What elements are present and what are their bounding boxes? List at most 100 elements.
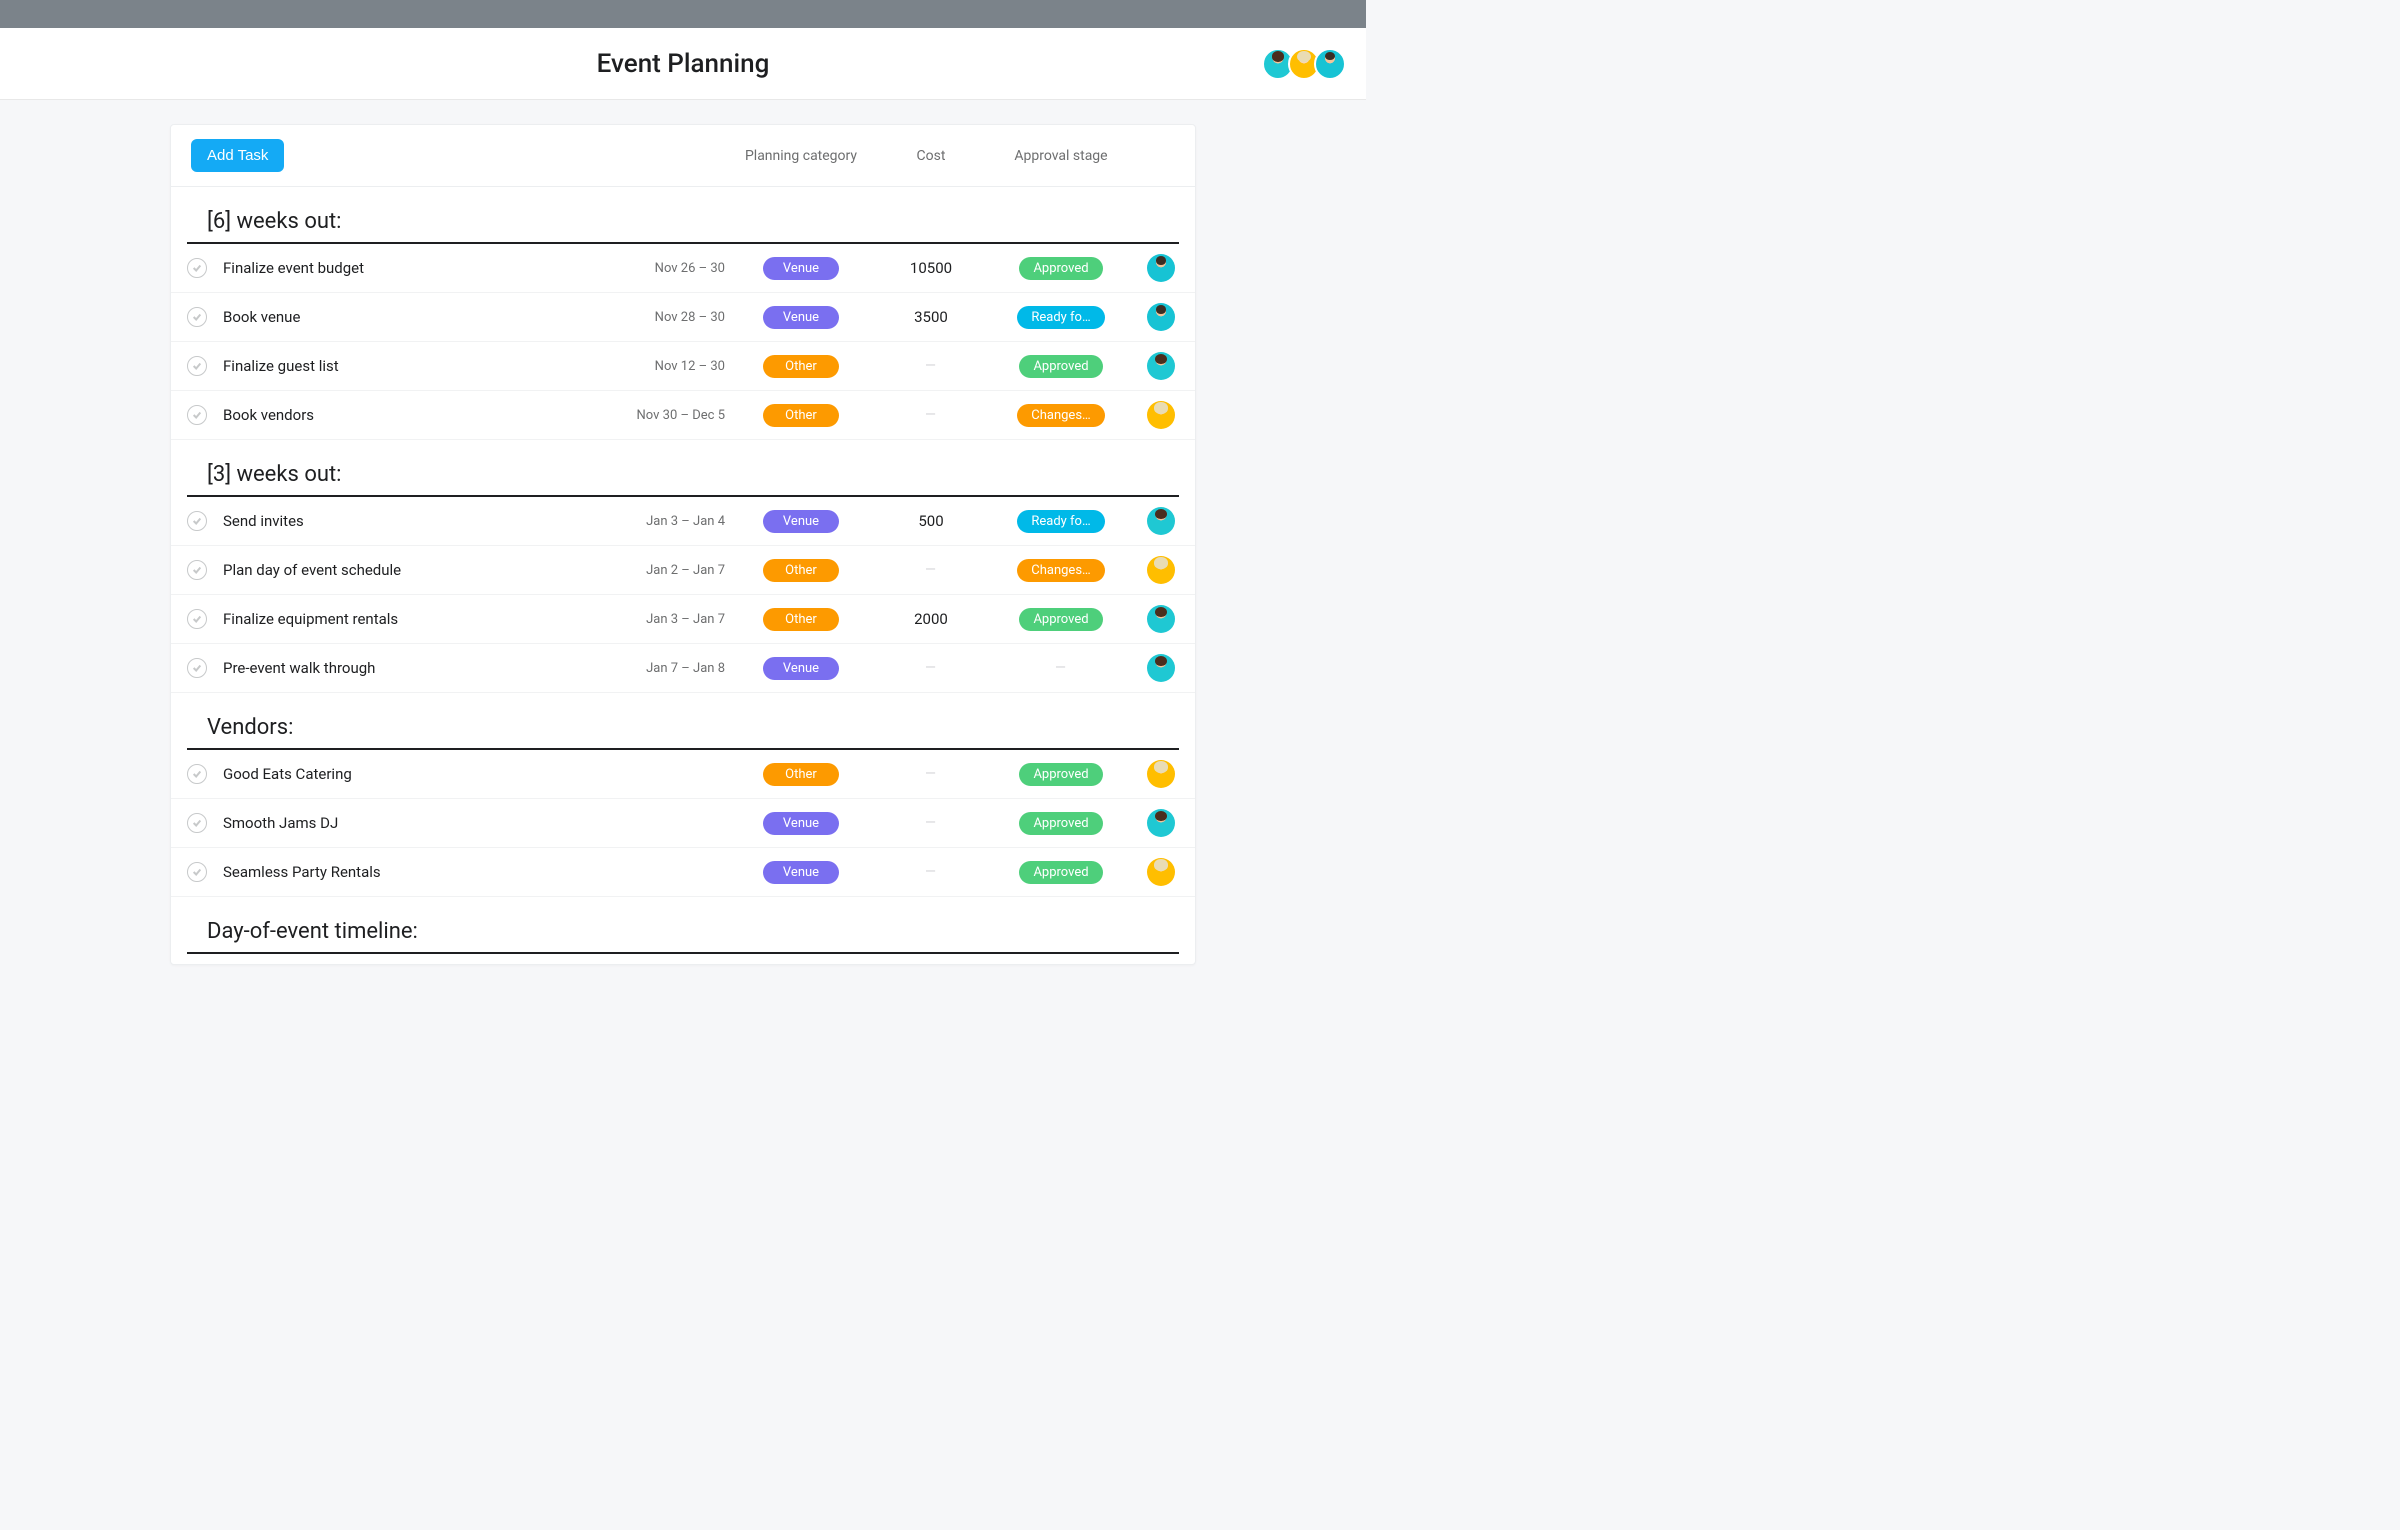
category-pill[interactable]: Venue — [763, 510, 839, 533]
task-name[interactable]: Good Eats Catering — [215, 765, 611, 783]
task-date[interactable]: Jan 3 – Jan 4 — [611, 514, 731, 529]
add-task-button[interactable]: Add Task — [191, 139, 284, 172]
assignee-avatar[interactable] — [1147, 254, 1175, 282]
complete-toggle[interactable] — [187, 560, 207, 580]
approval-pill[interactable]: Approved — [1019, 763, 1102, 786]
task-date[interactable]: Nov 30 – Dec 5 — [611, 408, 731, 423]
approval-pill[interactable]: Approved — [1019, 608, 1102, 631]
assignee-avatar[interactable] — [1147, 507, 1175, 535]
task-name[interactable]: Smooth Jams DJ — [215, 814, 611, 832]
complete-toggle[interactable] — [187, 764, 207, 784]
category-pill[interactable]: Other — [763, 559, 839, 582]
check-icon — [192, 312, 202, 322]
task-name[interactable]: Plan day of event schedule — [215, 561, 611, 579]
assignee-avatar[interactable] — [1147, 352, 1175, 380]
task-cost[interactable]: 500 — [871, 512, 991, 530]
task-row[interactable]: Pre-event walk throughJan 7 – Jan 8 Venue… — [171, 644, 1195, 693]
task-row[interactable]: Good Eats Catering Other — Approved — [171, 750, 1195, 799]
check-icon — [192, 769, 202, 779]
assignee-avatar[interactable] — [1147, 556, 1175, 584]
task-name[interactable]: Book vendors — [215, 406, 611, 424]
panel-toolbar: Add Task Planning category Cost Approval… — [171, 125, 1195, 187]
task-cost[interactable]: 2000 — [871, 610, 991, 628]
complete-toggle[interactable] — [187, 258, 207, 278]
task-row[interactable]: Finalize event budgetNov 26 – 30 Venue 105… — [171, 244, 1195, 293]
complete-toggle[interactable] — [187, 511, 207, 531]
task-cost[interactable]: — — [871, 407, 991, 423]
category-pill[interactable]: Other — [763, 355, 839, 378]
section-title[interactable]: [3] weeks out: — [187, 440, 1179, 497]
task-name[interactable]: Book venue — [215, 308, 611, 326]
approval-pill[interactable]: Approved — [1019, 355, 1102, 378]
task-cost[interactable]: — — [871, 815, 991, 831]
task-cost[interactable]: — — [871, 864, 991, 880]
section-title[interactable]: Vendors: — [187, 693, 1179, 750]
approval-pill[interactable]: Ready fo… — [1017, 510, 1104, 533]
category-pill[interactable]: Venue — [763, 861, 839, 884]
task-name[interactable]: Finalize event budget — [215, 259, 611, 277]
section-title[interactable]: Day-of-event timeline: — [187, 897, 1179, 954]
assignee-avatar[interactable] — [1147, 760, 1175, 788]
complete-toggle[interactable] — [187, 813, 207, 833]
task-name[interactable]: Send invites — [215, 512, 611, 530]
task-name[interactable]: Pre-event walk through — [215, 659, 611, 677]
approval-pill[interactable]: — — [991, 660, 1131, 676]
approval-pill[interactable]: Approved — [1019, 257, 1102, 280]
task-row[interactable]: Plan day of event scheduleJan 2 – Jan 7 O… — [171, 546, 1195, 595]
task-name[interactable]: Finalize guest list — [215, 357, 611, 375]
complete-toggle[interactable] — [187, 307, 207, 327]
category-pill[interactable]: Other — [763, 404, 839, 427]
assignee-avatar[interactable] — [1147, 303, 1175, 331]
page-header: Event Planning — [0, 28, 1366, 100]
check-icon — [192, 565, 202, 575]
task-date[interactable]: Jan 7 – Jan 8 — [611, 661, 731, 676]
task-name[interactable]: Finalize equipment rentals — [215, 610, 611, 628]
task-date[interactable]: Jan 2 – Jan 7 — [611, 563, 731, 578]
complete-toggle[interactable] — [187, 609, 207, 629]
category-pill[interactable]: Venue — [763, 257, 839, 280]
approval-pill[interactable]: Approved — [1019, 812, 1102, 835]
task-cost[interactable]: 3500 — [871, 308, 991, 326]
assignee-avatar[interactable] — [1147, 654, 1175, 682]
window-chrome-bar — [0, 0, 1366, 28]
assignee-avatar[interactable] — [1147, 605, 1175, 633]
task-name[interactable]: Seamless Party Rentals — [215, 863, 611, 881]
assignee-avatar[interactable] — [1147, 401, 1175, 429]
complete-toggle[interactable] — [187, 862, 207, 882]
task-row[interactable]: Send invitesJan 3 – Jan 4 Venue 500 Ready f… — [171, 497, 1195, 546]
task-date[interactable]: Nov 28 – 30 — [611, 310, 731, 325]
task-cost[interactable]: — — [871, 766, 991, 782]
task-cost[interactable]: 10500 — [871, 259, 991, 277]
task-row[interactable]: Smooth Jams DJ Venue — Approved — [171, 799, 1195, 848]
category-pill[interactable]: Other — [763, 608, 839, 631]
avatar[interactable] — [1314, 48, 1346, 80]
complete-toggle[interactable] — [187, 405, 207, 425]
task-date[interactable]: Jan 3 – Jan 7 — [611, 612, 731, 627]
task-date[interactable]: Nov 26 – 30 — [611, 261, 731, 276]
task-row[interactable]: Finalize guest listNov 12 – 30 Other — Appr… — [171, 342, 1195, 391]
approval-pill[interactable]: Changes… — [1017, 559, 1104, 582]
category-pill[interactable]: Venue — [763, 657, 839, 680]
category-pill[interactable]: Venue — [763, 306, 839, 329]
category-pill[interactable]: Other — [763, 763, 839, 786]
col-header-cost: Cost — [871, 148, 991, 164]
task-cost[interactable]: — — [871, 358, 991, 374]
category-pill[interactable]: Venue — [763, 812, 839, 835]
approval-pill[interactable]: Changes… — [1017, 404, 1104, 427]
approval-pill[interactable]: Approved — [1019, 861, 1102, 884]
task-cost[interactable]: — — [871, 660, 991, 676]
section-title[interactable]: [6] weeks out: — [187, 187, 1179, 244]
approval-pill[interactable]: Ready fo… — [1017, 306, 1104, 329]
task-cost[interactable]: — — [871, 562, 991, 578]
task-row[interactable]: Finalize equipment rentalsJan 3 – Jan 7 O… — [171, 595, 1195, 644]
assignee-avatar[interactable] — [1147, 858, 1175, 886]
header-avatars — [1268, 48, 1346, 80]
task-row[interactable]: Seamless Party Rentals Venue — Approved — [171, 848, 1195, 897]
complete-toggle[interactable] — [187, 356, 207, 376]
complete-toggle[interactable] — [187, 658, 207, 678]
task-row[interactable]: Book vendorsNov 30 – Dec 5 Other — Changes… — [171, 391, 1195, 440]
assignee-avatar[interactable] — [1147, 809, 1175, 837]
task-row[interactable]: Book venueNov 28 – 30 Venue 3500 Ready fo… — [171, 293, 1195, 342]
task-date[interactable]: Nov 12 – 30 — [611, 359, 731, 374]
check-icon — [192, 818, 202, 828]
